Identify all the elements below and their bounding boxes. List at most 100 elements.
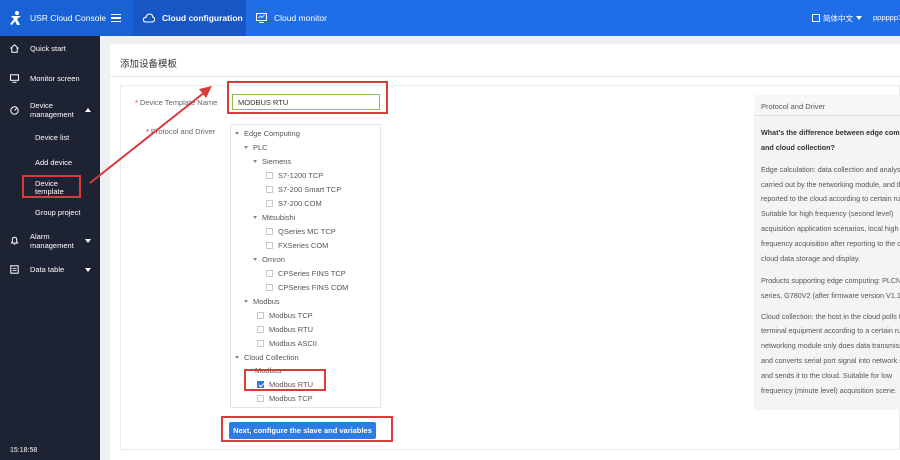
sidebar-item-device-management[interactable]: Device management (0, 101, 100, 119)
sidebar-item-device-template-line2[interactable]: template (35, 187, 64, 196)
tree-node-siemens[interactable]: Siemens (253, 157, 291, 166)
info-line: and cloud collection? (761, 143, 835, 152)
tree-node-label: CPSeries FINS TCP (278, 269, 346, 278)
tree-leaf-cloud-modbus-rtu[interactable]: Modbus RTU (257, 380, 313, 389)
tree-node-label: Cloud Collection (244, 353, 299, 362)
info-panel: Protocol and Driver What's the differenc… (754, 95, 900, 410)
tree-node-label: Siemens (262, 157, 292, 166)
sidebar-item-device-list[interactable]: Device list (35, 133, 69, 142)
bell-icon (10, 236, 19, 245)
protocol-label: * Protocol and Driver (146, 127, 215, 136)
info-line: terminal equipment according to a certai… (761, 326, 900, 335)
tree-node-label: Modbus ASCII (269, 339, 317, 348)
required-mark: * (146, 127, 149, 136)
cloud-icon (143, 13, 155, 23)
clock: 15:18:58 (10, 447, 38, 454)
tree-node-plc[interactable]: PLC (244, 143, 268, 152)
info-line: and sends it to the cloud. Suitable for … (761, 371, 893, 380)
tree-leaf-s7-200-com[interactable]: S7-200 COM (266, 199, 322, 208)
sidebar-item-monitor-screen[interactable]: Monitor screen (0, 74, 100, 83)
caret-down-icon (253, 216, 257, 219)
checkbox[interactable] (266, 172, 273, 179)
checkbox[interactable] (266, 270, 273, 277)
tree-node-cloud-collection[interactable]: Cloud Collection (235, 353, 299, 362)
template-name-input[interactable] (232, 94, 380, 110)
checkbox[interactable] (266, 242, 273, 249)
sidebar-item-group-project[interactable]: Group project (35, 208, 80, 217)
device-icon (10, 106, 19, 115)
nav-cloud-configuration[interactable]: Cloud configuration (133, 0, 246, 36)
sidebar-item-label: Data table (30, 265, 65, 274)
sidebar-item-alarm-management[interactable]: Alarm management (0, 232, 100, 250)
language-switch[interactable]: 简体中文 (812, 0, 862, 36)
info-line: frequency acquisition after reporting to… (761, 239, 900, 248)
info-line: networking module only does data transmi… (761, 341, 900, 350)
page-title: 添加设备模板 (120, 59, 178, 70)
caret-down-icon (244, 146, 248, 149)
tree-node-label: S7-200 COM (278, 199, 322, 208)
tree-node-label: PLC (253, 143, 268, 152)
brand: USR Cloud Console (0, 0, 133, 36)
sidebar-item-label-line2: management (30, 241, 74, 250)
sidebar-item-label-line2: management (30, 110, 74, 119)
sidebar-item-data-table[interactable]: Data table (0, 265, 100, 274)
chevron-down-icon (85, 268, 91, 272)
tree-leaf-s7-1200-tcp[interactable]: S7-1200 TCP (266, 171, 323, 180)
checkbox-checked[interactable] (257, 381, 264, 388)
info-panel-title: Protocol and Driver (761, 102, 826, 111)
sidebar-item-add-device[interactable]: Add device (35, 158, 72, 167)
tree-leaf-s7-200-smart-tcp[interactable]: S7-200 Smart TCP (266, 185, 341, 194)
user-menu[interactable]: pppppp1 (873, 0, 900, 36)
table-icon (10, 265, 19, 274)
chevron-down-icon (856, 16, 862, 20)
tree-node-label: Modbus RTU (269, 380, 314, 389)
app-title: USR Cloud Console (30, 13, 107, 23)
usr-logo-icon (10, 11, 21, 25)
sidebar-item-quick-start[interactable]: Quick start (0, 44, 100, 53)
tree-node-mitsubishi[interactable]: Mitsubishi (253, 213, 295, 222)
checkbox[interactable] (266, 200, 273, 207)
checkbox[interactable] (266, 284, 273, 291)
template-name-label: * Device Template Name (135, 98, 217, 107)
checkbox[interactable] (257, 312, 264, 319)
checkbox[interactable] (257, 340, 264, 347)
tree-leaf-cloud-modbus-tcp[interactable]: Modbus TCP (257, 394, 313, 403)
template-name-label-text: Device Template Name (139, 98, 218, 107)
tree-node-cloud-modbus[interactable]: Modbus (255, 366, 282, 375)
monitor-icon (256, 13, 267, 23)
tree-leaf-modbus-ascii[interactable]: Modbus ASCII (257, 339, 317, 348)
tree-leaf-modbus-tcp[interactable]: Modbus TCP (257, 311, 313, 320)
info-line: carried out by the networking module, an… (761, 180, 900, 189)
info-line: reported to the cloud according to certa… (761, 194, 900, 203)
tree-node-label: S7-1200 TCP (278, 171, 324, 180)
tree-leaf-cpseries-fins-tcp[interactable]: CPSeries FINS TCP (266, 269, 346, 278)
tree-leaf-modbus-rtu[interactable]: Modbus RTU (257, 325, 313, 334)
required-mark: * (135, 98, 138, 107)
menu-toggle-icon[interactable] (111, 12, 122, 25)
chevron-down-icon (85, 239, 91, 243)
tree-node-omron[interactable]: Omron (253, 255, 285, 264)
checkbox[interactable] (266, 186, 273, 193)
sidebar-item-label-line1: Device (30, 101, 53, 110)
nav-cloud-monitor[interactable]: Cloud monitor (246, 0, 346, 36)
info-line: What's the difference between edge compu… (761, 128, 900, 137)
info-line: Cloud collection: the host in the cloud … (761, 312, 900, 321)
caret-down-icon (235, 132, 239, 135)
tree-node-label: Mitsubishi (262, 213, 296, 222)
tree-leaf-qseries-mc-tcp[interactable]: QSeries MC TCP (266, 227, 336, 236)
tree-node-modbus[interactable]: Modbus (244, 297, 280, 306)
next-button[interactable]: Next, configure the slave and variables (229, 422, 376, 439)
checkbox[interactable] (266, 228, 273, 235)
sidebar-item-label: Monitor screen (30, 74, 80, 83)
checkbox[interactable] (257, 326, 264, 333)
caret-down-icon (244, 300, 248, 303)
tree-node-label: S7-200 Smart TCP (278, 185, 342, 194)
info-line: Suitable for high frequency (second leve… (761, 209, 894, 218)
chevron-up-icon (85, 108, 91, 112)
tree-leaf-cpseries-fins-com[interactable]: CPSeries FINS COM (266, 283, 348, 292)
tree-node-edge-computing[interactable]: Edge Computing (235, 129, 300, 138)
tree-leaf-fxseries-com[interactable]: FXSeries COM (266, 241, 328, 250)
info-line: Edge calculation: data collection and an… (761, 165, 900, 174)
checkbox[interactable] (257, 395, 264, 402)
caret-down-icon (253, 258, 257, 261)
